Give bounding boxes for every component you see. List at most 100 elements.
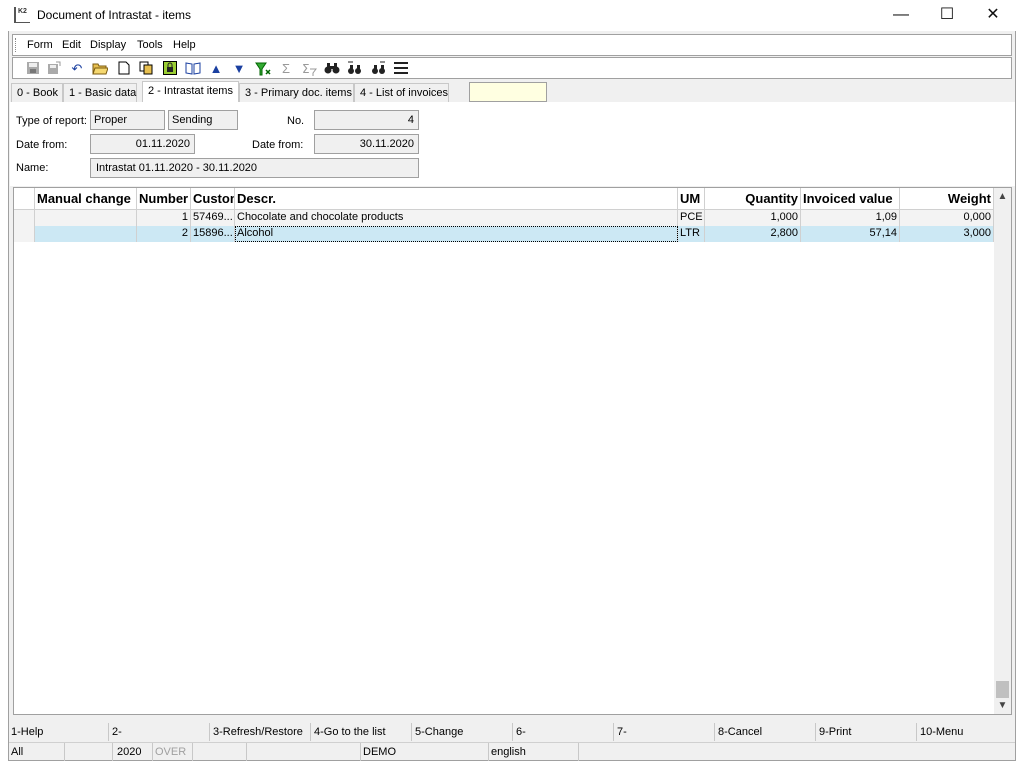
fkey-10-menu[interactable]: 10-Menu <box>918 723 1018 741</box>
new-document-icon[interactable] <box>116 61 132 77</box>
cell-custom[interactable]: 15896... <box>191 226 235 242</box>
cell-quantity[interactable]: 1,000 <box>705 210 801 226</box>
undo-icon[interactable]: ↶ <box>69 61 85 77</box>
col-descr[interactable]: Descr. <box>235 188 678 210</box>
close-button[interactable]: ✕ <box>970 0 1016 31</box>
no-label: No. <box>287 115 305 127</box>
col-quantity[interactable]: Quantity <box>705 188 801 210</box>
cell-invoiced-value[interactable]: 1,09 <box>801 210 900 226</box>
menu-form[interactable]: Form <box>27 39 53 51</box>
menu-grip-icon <box>15 38 18 52</box>
cell-invoiced-value[interactable]: 57,14 <box>801 226 900 242</box>
book-icon[interactable] <box>185 61 201 77</box>
direction-field[interactable]: Sending <box>168 110 238 130</box>
name-label: Name: <box>16 162 49 174</box>
fkey-3-refresh[interactable]: 3-Refresh/Restore <box>211 723 311 741</box>
menu-edit[interactable]: Edit <box>62 39 81 51</box>
tab-list-of-invoices[interactable]: 4 - List of invoices <box>354 83 449 102</box>
row-indicator-header <box>14 188 35 210</box>
tab-intrastat-items[interactable]: 2 - Intrastat items <box>142 81 239 103</box>
col-weight[interactable]: Weight <box>900 188 994 210</box>
fkey-8-cancel[interactable]: 8-Cancel <box>716 723 816 741</box>
row-indicator <box>14 226 35 242</box>
copy-icon[interactable] <box>138 61 154 77</box>
tab-primary-doc-items[interactable]: 3 - Primary doc. items <box>239 83 354 102</box>
date-from-label: Date from: <box>16 139 68 151</box>
sum-filter-icon[interactable]: Σ <box>301 61 317 77</box>
maximize-button[interactable]: ☐ <box>924 0 970 31</box>
type-of-report-label: Type of report: <box>16 115 87 127</box>
menu-lines-icon[interactable] <box>393 61 409 77</box>
minimize-button[interactable]: — <box>878 0 924 31</box>
scroll-thumb[interactable] <box>996 681 1009 698</box>
cell-um[interactable]: PCE <box>678 210 705 226</box>
arrow-down-icon[interactable]: ▼ <box>231 61 247 77</box>
tab-book[interactable]: 0 - Book <box>11 83 63 102</box>
table-row[interactable]: 1 57469... Chocolate and chocolate produ… <box>14 210 994 226</box>
main-frame: Form Edit Display Tools Help ↶ ▲ ▼ Σ Σ 0… <box>8 31 1016 761</box>
cell-quantity[interactable]: 2,800 <box>705 226 801 242</box>
scroll-down-icon[interactable]: ▼ <box>994 697 1011 714</box>
fkey-7[interactable]: 7- <box>615 723 715 741</box>
menu-tools[interactable]: Tools <box>137 39 163 51</box>
cell-um[interactable]: LTR <box>678 226 705 242</box>
open-folder-icon[interactable] <box>92 61 109 77</box>
cell-custom[interactable]: 57469... <box>191 210 235 226</box>
toolbar: ↶ ▲ ▼ Σ Σ <box>12 57 1012 79</box>
title-bar: K2 Document of Intrastat - items — ☐ ✕ <box>0 0 1024 31</box>
vertical-scrollbar[interactable]: ▲ ▼ <box>994 188 1011 714</box>
table-row[interactable]: 2 15896... Alcohol LTR 2,800 57,14 3,000 <box>14 226 994 242</box>
fkey-1-help[interactable]: 1-Help <box>9 723 109 741</box>
binoculars-next-icon[interactable] <box>347 61 363 77</box>
cell-manual-change[interactable] <box>35 210 137 226</box>
col-um[interactable]: UM <box>678 188 705 210</box>
col-manual-change[interactable]: Manual change <box>35 188 137 210</box>
items-grid: Manual change Number Custom Descr. UM Qu… <box>13 187 1012 715</box>
status-scope: All <box>9 743 65 761</box>
menu-bar: Form Edit Display Tools Help <box>12 34 1012 56</box>
cell-descr[interactable]: Chocolate and chocolate products <box>235 210 678 226</box>
binoculars-icon[interactable] <box>324 61 340 77</box>
app-window: K2 Document of Intrastat - items — ☐ ✕ F… <box>0 0 1024 768</box>
quick-search-field[interactable] <box>469 82 547 102</box>
header-form: Type of report: Proper Sending No. 4 Dat… <box>10 102 1015 186</box>
save-icon[interactable] <box>25 61 41 77</box>
fkey-5-change[interactable]: 5-Change <box>413 723 513 741</box>
filter-icon[interactable] <box>255 61 271 77</box>
scroll-up-icon[interactable]: ▲ <box>994 188 1011 205</box>
col-number[interactable]: Number <box>137 188 191 210</box>
col-custom[interactable]: Custom <box>191 188 235 210</box>
sum-icon[interactable]: Σ <box>278 61 294 77</box>
menu-help[interactable]: Help <box>173 39 196 51</box>
fkey-6[interactable]: 6- <box>514 723 614 741</box>
fkey-9-print[interactable]: 9-Print <box>817 723 917 741</box>
menu-display[interactable]: Display <box>90 39 126 51</box>
fkey-4-go-to-list[interactable]: 4-Go to the list <box>312 723 412 741</box>
date-from-field[interactable]: 01.11.2020 <box>90 134 195 154</box>
status-blank-2 <box>193 743 247 761</box>
cell-number[interactable]: 2 <box>137 226 191 242</box>
svg-text:Σ: Σ <box>302 62 310 76</box>
app-logo-icon: K2 <box>14 7 30 23</box>
tab-strip: 0 - Book 1 - Basic data 2 - Intrastat it… <box>9 81 1015 103</box>
status-blank-3 <box>247 743 361 761</box>
no-field[interactable]: 4 <box>314 110 419 130</box>
tab-basic-data[interactable]: 1 - Basic data <box>63 83 137 102</box>
lock-icon[interactable] <box>162 61 178 77</box>
cell-descr[interactable]: Alcohol <box>235 226 678 242</box>
type-of-report-field[interactable]: Proper <box>90 110 165 130</box>
cell-weight[interactable]: 0,000 <box>900 210 994 226</box>
status-bar: All 2020 OVER DEMO english <box>9 742 1015 761</box>
cell-weight[interactable]: 3,000 <box>900 226 994 242</box>
fkey-2[interactable]: 2- <box>110 723 210 741</box>
date-to-field[interactable]: 30.11.2020 <box>314 134 419 154</box>
arrow-up-icon[interactable]: ▲ <box>208 61 224 77</box>
name-field[interactable]: Intrastat 01.11.2020 - 30.11.2020 <box>90 158 419 178</box>
binoculars-back-icon[interactable] <box>370 61 386 77</box>
cell-manual-change[interactable] <box>35 226 137 242</box>
save-as-icon[interactable] <box>46 61 62 77</box>
col-invoiced-value[interactable]: Invoiced value <box>801 188 900 210</box>
grid-header: Manual change Number Custom Descr. UM Qu… <box>14 188 994 210</box>
status-blank-1 <box>65 743 113 761</box>
cell-number[interactable]: 1 <box>137 210 191 226</box>
